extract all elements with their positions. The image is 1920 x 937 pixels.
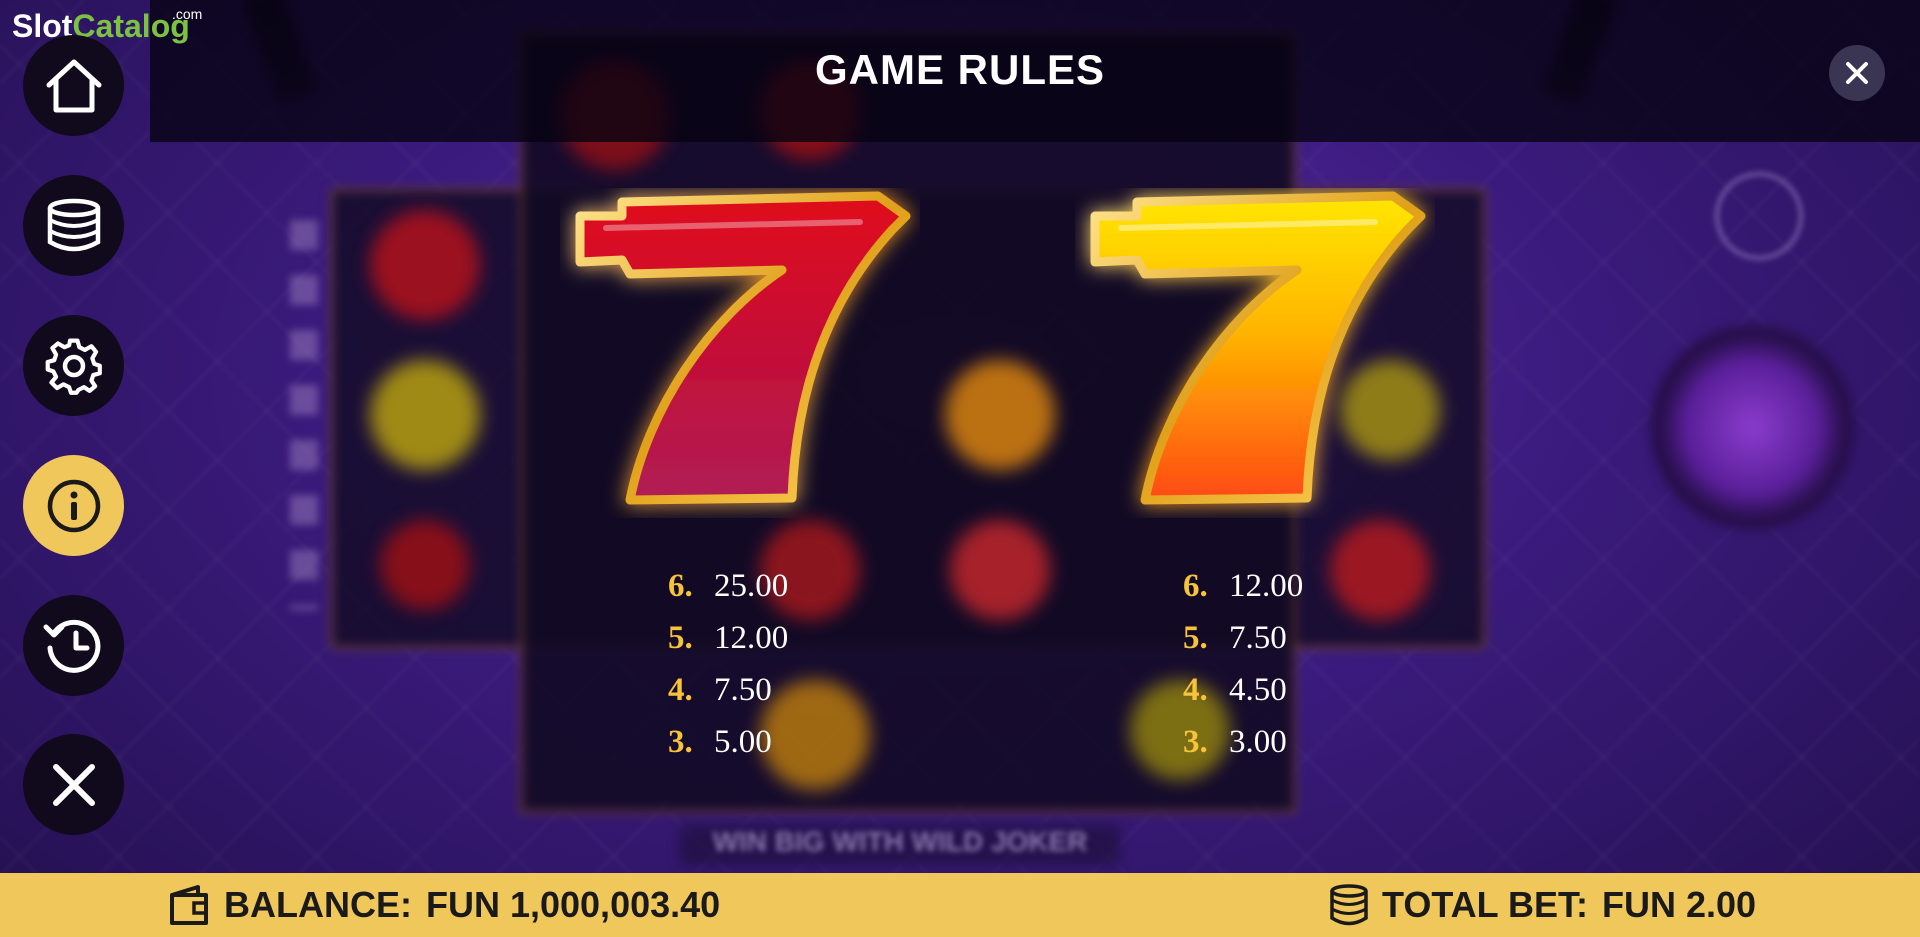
paytable-row: 4. 4.50 [1183,664,1303,716]
paytable-red-seven: 6. 25.00 5. 12.00 4. 7.50 3. 5.00 [668,560,788,768]
pay-count: 6. [668,567,693,604]
pay-value: 25.00 [714,567,789,604]
pay-count: 3. [668,723,693,760]
coin-stack-icon [47,198,100,251]
paytable-row: 6. 25.00 [668,560,788,612]
banner-text: WIN BIG WITH WILD JOKER [712,826,1088,857]
close-icon [52,763,95,806]
side-text-blur [290,220,318,610]
blurred-symbol [1330,520,1430,620]
slotcatalog-watermark: SlotCatalog .com [12,6,202,45]
pay-count: 5. [668,619,693,656]
pay-value: 5.00 [714,723,772,760]
paytable-row: 5. 7.50 [1183,612,1303,664]
home-icon [46,59,101,112]
red-seven-icon [575,191,911,505]
paytable-row: 3. 3.00 [1183,716,1303,768]
balance-display: BALANCE: FUN 1,000,003.40 [168,873,720,937]
pay-value: 12.00 [714,619,789,656]
pay-count: 6. [1183,567,1208,604]
close-button[interactable] [1829,45,1885,101]
home-button[interactable] [23,35,124,136]
wallet-icon [170,885,208,925]
pay-value: 12.00 [1229,567,1304,604]
close-icon [1846,62,1868,84]
blurred-symbol [380,520,470,610]
coin-stack-icon [1330,884,1368,926]
paytable-yellow-seven: 6. 12.00 5. 7.50 4. 4.50 3. 3.00 [1183,560,1303,768]
exit-button[interactable] [23,734,124,835]
blurred-symbol [370,360,480,470]
paytable-row: 3. 5.00 [668,716,788,768]
history-button[interactable] [23,595,124,696]
pay-count: 3. [1183,723,1208,760]
blurred-symbol [370,210,480,320]
total-bet-label: TOTAL BET: [1382,884,1588,925]
bet-button[interactable] [23,175,124,276]
settings-button[interactable] [23,315,124,416]
paytable-row: 5. 12.00 [668,612,788,664]
paytable-row: 4. 7.50 [668,664,788,716]
autoplay-button-blurred [1715,172,1803,260]
gear-icon [45,338,102,395]
balance-value: FUN 1,000,003.40 [425,884,721,925]
watermark-tld: .com [172,6,203,22]
yellow-seven-icon [1090,191,1426,505]
info-icon [47,479,100,532]
pay-value: 7.50 [1229,619,1287,656]
pay-value: 4.50 [1229,671,1287,708]
pay-value: 3.00 [1229,723,1287,760]
blurred-symbol [945,360,1055,470]
pay-count: 4. [1183,671,1208,708]
blurred-symbol [950,520,1050,620]
footer-bar: BALANCE: FUN 1,000,003.40 TOTAL BET: FUN… [0,873,1920,937]
pay-value: 7.50 [714,671,772,708]
page-title: GAME RULES [814,46,1105,93]
history-icon [43,619,100,673]
paytable-row: 6. 12.00 [1183,560,1303,612]
info-button[interactable] [23,455,124,556]
spin-button-blurred [1650,325,1855,530]
balance-label: BALANCE: [224,884,412,925]
total-bet-display: TOTAL BET: FUN 2.00 [1328,873,1756,937]
pay-count: 4. [668,671,693,708]
total-bet-value: FUN 2.00 [1602,884,1757,925]
pay-count: 5. [1183,619,1208,656]
